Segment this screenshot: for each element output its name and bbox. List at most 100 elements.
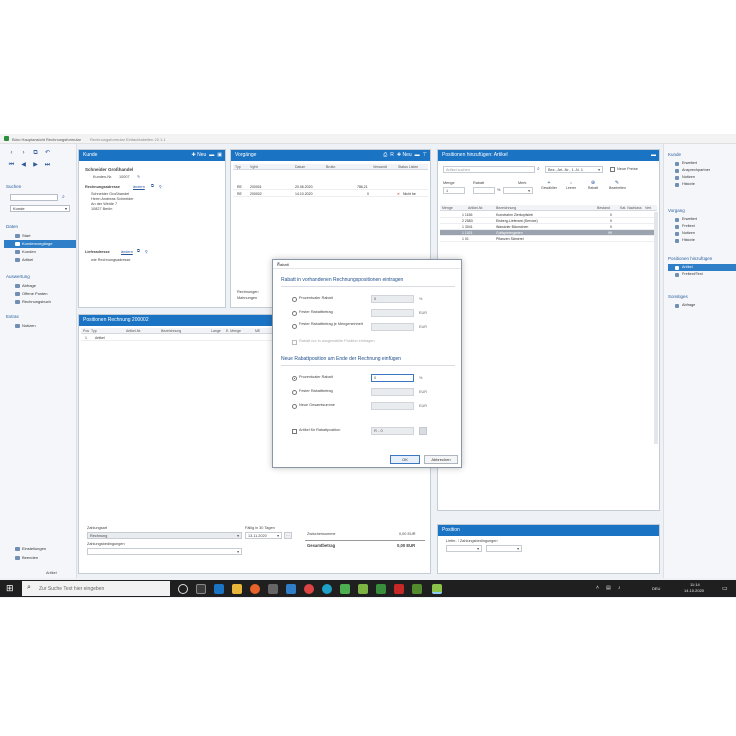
option-fester-rabatt[interactable]: Fester Rabattbetrag xyxy=(292,310,333,318)
new-document-button[interactable]: ✚ Neu xyxy=(397,150,412,161)
tray-chevron-icon[interactable]: ˄ xyxy=(596,585,599,591)
task-view-icon[interactable] xyxy=(178,583,188,594)
first-record-icon[interactable]: ⏮ xyxy=(8,162,15,169)
position-field-1[interactable]: ▾ xyxy=(446,545,482,552)
task-app-icon[interactable] xyxy=(196,583,206,594)
nav-item-abfrage[interactable]: Abfrage xyxy=(4,282,76,290)
column-header[interactable]: E. Menge xyxy=(226,329,241,333)
location-pin-icon[interactable]: ⚲ xyxy=(145,249,148,254)
rn-item-historie[interactable]: Historie xyxy=(668,237,736,244)
undo-icon[interactable]: ↶ xyxy=(44,150,51,157)
chrome-icon[interactable] xyxy=(304,583,314,594)
add-discount-button[interactable]: ⊕ Rabatt xyxy=(585,180,601,194)
clock-time[interactable]: 11:14 xyxy=(690,582,700,587)
nav-item-kundenvorgaenge[interactable]: Kundenvorgänge xyxy=(4,240,76,248)
report-icon[interactable]: R xyxy=(390,150,394,161)
bedingungen-select[interactable]: ▾ xyxy=(87,548,242,555)
neue-gesamtsumme-field[interactable] xyxy=(371,402,414,410)
column-header[interactable]: ME xyxy=(255,329,260,333)
radio-button[interactable] xyxy=(292,403,297,409)
edit-button[interactable]: ✎ Bearbeiten xyxy=(609,180,626,194)
minimize-icon[interactable]: ▬ xyxy=(209,150,214,161)
prev-record-icon[interactable]: ◀ xyxy=(20,162,27,169)
rn-item-abfrage[interactable]: Abfrage xyxy=(668,302,736,309)
nav-item-offene-posten[interactable]: Offene Posten xyxy=(4,290,76,298)
file-explorer-icon[interactable] xyxy=(232,583,242,594)
column-header[interactable]: Artikel-Nr. xyxy=(126,329,141,333)
app-lime-icon[interactable] xyxy=(358,583,368,594)
column-header[interactable]: Typ xyxy=(235,165,241,169)
rabatt-je-einheit-field[interactable] xyxy=(371,323,414,331)
column-header[interactable]: Lange xyxy=(211,329,221,333)
active-app-icon[interactable] xyxy=(432,583,442,594)
delivery-change-link[interactable]: ändern xyxy=(121,250,133,254)
rn-item-artikel[interactable]: Artikel xyxy=(668,264,736,271)
filter-icon[interactable]: ⊤ xyxy=(423,150,427,161)
artikel-rabattposition-field[interactable]: R - 0 xyxy=(371,427,414,435)
radio-button[interactable] xyxy=(292,310,297,316)
neuer-fester-rabatt-field[interactable] xyxy=(371,388,414,396)
prozent-rabatt-field[interactable]: 0 xyxy=(371,295,414,303)
table-row[interactable]: RE 200001 20.06.2020 786,21 xyxy=(233,184,428,190)
calculator-icon[interactable] xyxy=(268,583,278,594)
rn-item-notizen[interactable]: Notizen xyxy=(668,230,736,237)
column-header[interactable]: Verl. xyxy=(645,206,652,210)
option-nur-ausgewaehlte[interactable]: Rabatt nur in ausgewählte Position eintr… xyxy=(292,339,375,347)
next-record-icon[interactable]: ▶ xyxy=(32,162,39,169)
neue-preise-checkbox[interactable] xyxy=(610,167,615,172)
windows-start-icon[interactable]: ⊞ xyxy=(6,584,15,593)
print-icon[interactable]: ⎙ xyxy=(383,150,387,161)
minimize-icon[interactable]: ▬ xyxy=(651,150,656,161)
table-row[interactable]: 1 01 Pflanzen Sämerei xyxy=(440,236,657,242)
app-olive-icon[interactable] xyxy=(412,583,422,594)
nav-item-start[interactable]: Start xyxy=(4,232,76,240)
column-header[interactable]: Typ xyxy=(91,329,97,333)
edge-icon[interactable] xyxy=(322,583,332,594)
copy-icon[interactable]: ⧉ xyxy=(32,150,39,157)
new-customer-button[interactable]: ✚ Neu xyxy=(191,150,206,161)
store-icon[interactable] xyxy=(214,583,224,594)
minimize-icon[interactable]: ▬ xyxy=(415,150,420,161)
table-row[interactable]: RE 200002 14.10.2020 0 ✕ Nicht be xyxy=(233,191,428,197)
volume-icon[interactable]: ♪ xyxy=(618,585,621,591)
checkbox[interactable] xyxy=(292,339,297,345)
search-icon[interactable]: ⌕ xyxy=(62,194,65,200)
column-header[interactable]: Menge xyxy=(442,206,453,210)
column-header[interactable]: Bezeichnung xyxy=(161,329,181,333)
rn-item-notizen[interactable]: Notizen xyxy=(668,174,736,181)
nav-item-rechnungsbuch[interactable]: Rechnungsbuch xyxy=(4,298,76,306)
close-icon[interactable]: × xyxy=(277,261,457,267)
search-input[interactable] xyxy=(10,194,58,201)
option-neue-gesamtsumme[interactable]: Neue Gesamtsumme xyxy=(292,403,335,411)
clock-date[interactable]: 14.10.2020 xyxy=(684,588,704,593)
position-field-2[interactable]: ▾ xyxy=(486,545,522,552)
copy-address-icon[interactable]: ⧉ xyxy=(151,184,154,188)
rn-item-erweitert[interactable]: Erweitert xyxy=(668,160,736,167)
zahlungsart-select[interactable]: Rechnung ▾ xyxy=(87,532,242,539)
checkbox[interactable] xyxy=(292,428,297,434)
rn-item-historie[interactable]: Historie xyxy=(668,181,736,188)
cancel-button[interactable]: Abbrechen xyxy=(424,455,458,464)
search-icon[interactable]: ⌕ xyxy=(537,166,540,172)
column-header[interactable]: Versandt xyxy=(373,165,387,169)
ok-button[interactable]: OK xyxy=(390,455,420,464)
column-header[interactable]: Bezeichnung xyxy=(496,206,516,210)
billing-change-link[interactable]: ändern xyxy=(133,185,145,189)
nav-item-beenden[interactable]: Beenden xyxy=(4,554,76,562)
search-filter-select[interactable]: Bez., Art.-Nr., 1.-N. 1 ▾ xyxy=(545,166,603,173)
nav-item-notizen[interactable]: Notizen xyxy=(4,322,76,330)
nav-item-artikel[interactable]: Artikel xyxy=(4,256,76,264)
forward-icon[interactable]: › xyxy=(20,150,27,157)
notification-icon[interactable]: ▭ xyxy=(722,585,728,592)
vertical-scrollbar[interactable] xyxy=(654,212,658,444)
edit-icon[interactable]: ✎ xyxy=(137,174,140,179)
add-selected-button[interactable]: + Gewählter xyxy=(541,180,557,194)
artikel-picker-button[interactable] xyxy=(419,427,427,435)
back-icon[interactable]: ‹ xyxy=(8,150,15,157)
radio-button[interactable] xyxy=(292,389,297,395)
search-type-select[interactable]: Kunde ▾ xyxy=(10,205,70,212)
column-header[interactable]: Brutto xyxy=(326,165,335,169)
add-empty-button[interactable]: ↓ Leerer xyxy=(563,180,579,194)
artikel-search-input[interactable]: Artikel suchen xyxy=(443,166,535,173)
column-header[interactable]: Status Listen xyxy=(398,165,418,169)
